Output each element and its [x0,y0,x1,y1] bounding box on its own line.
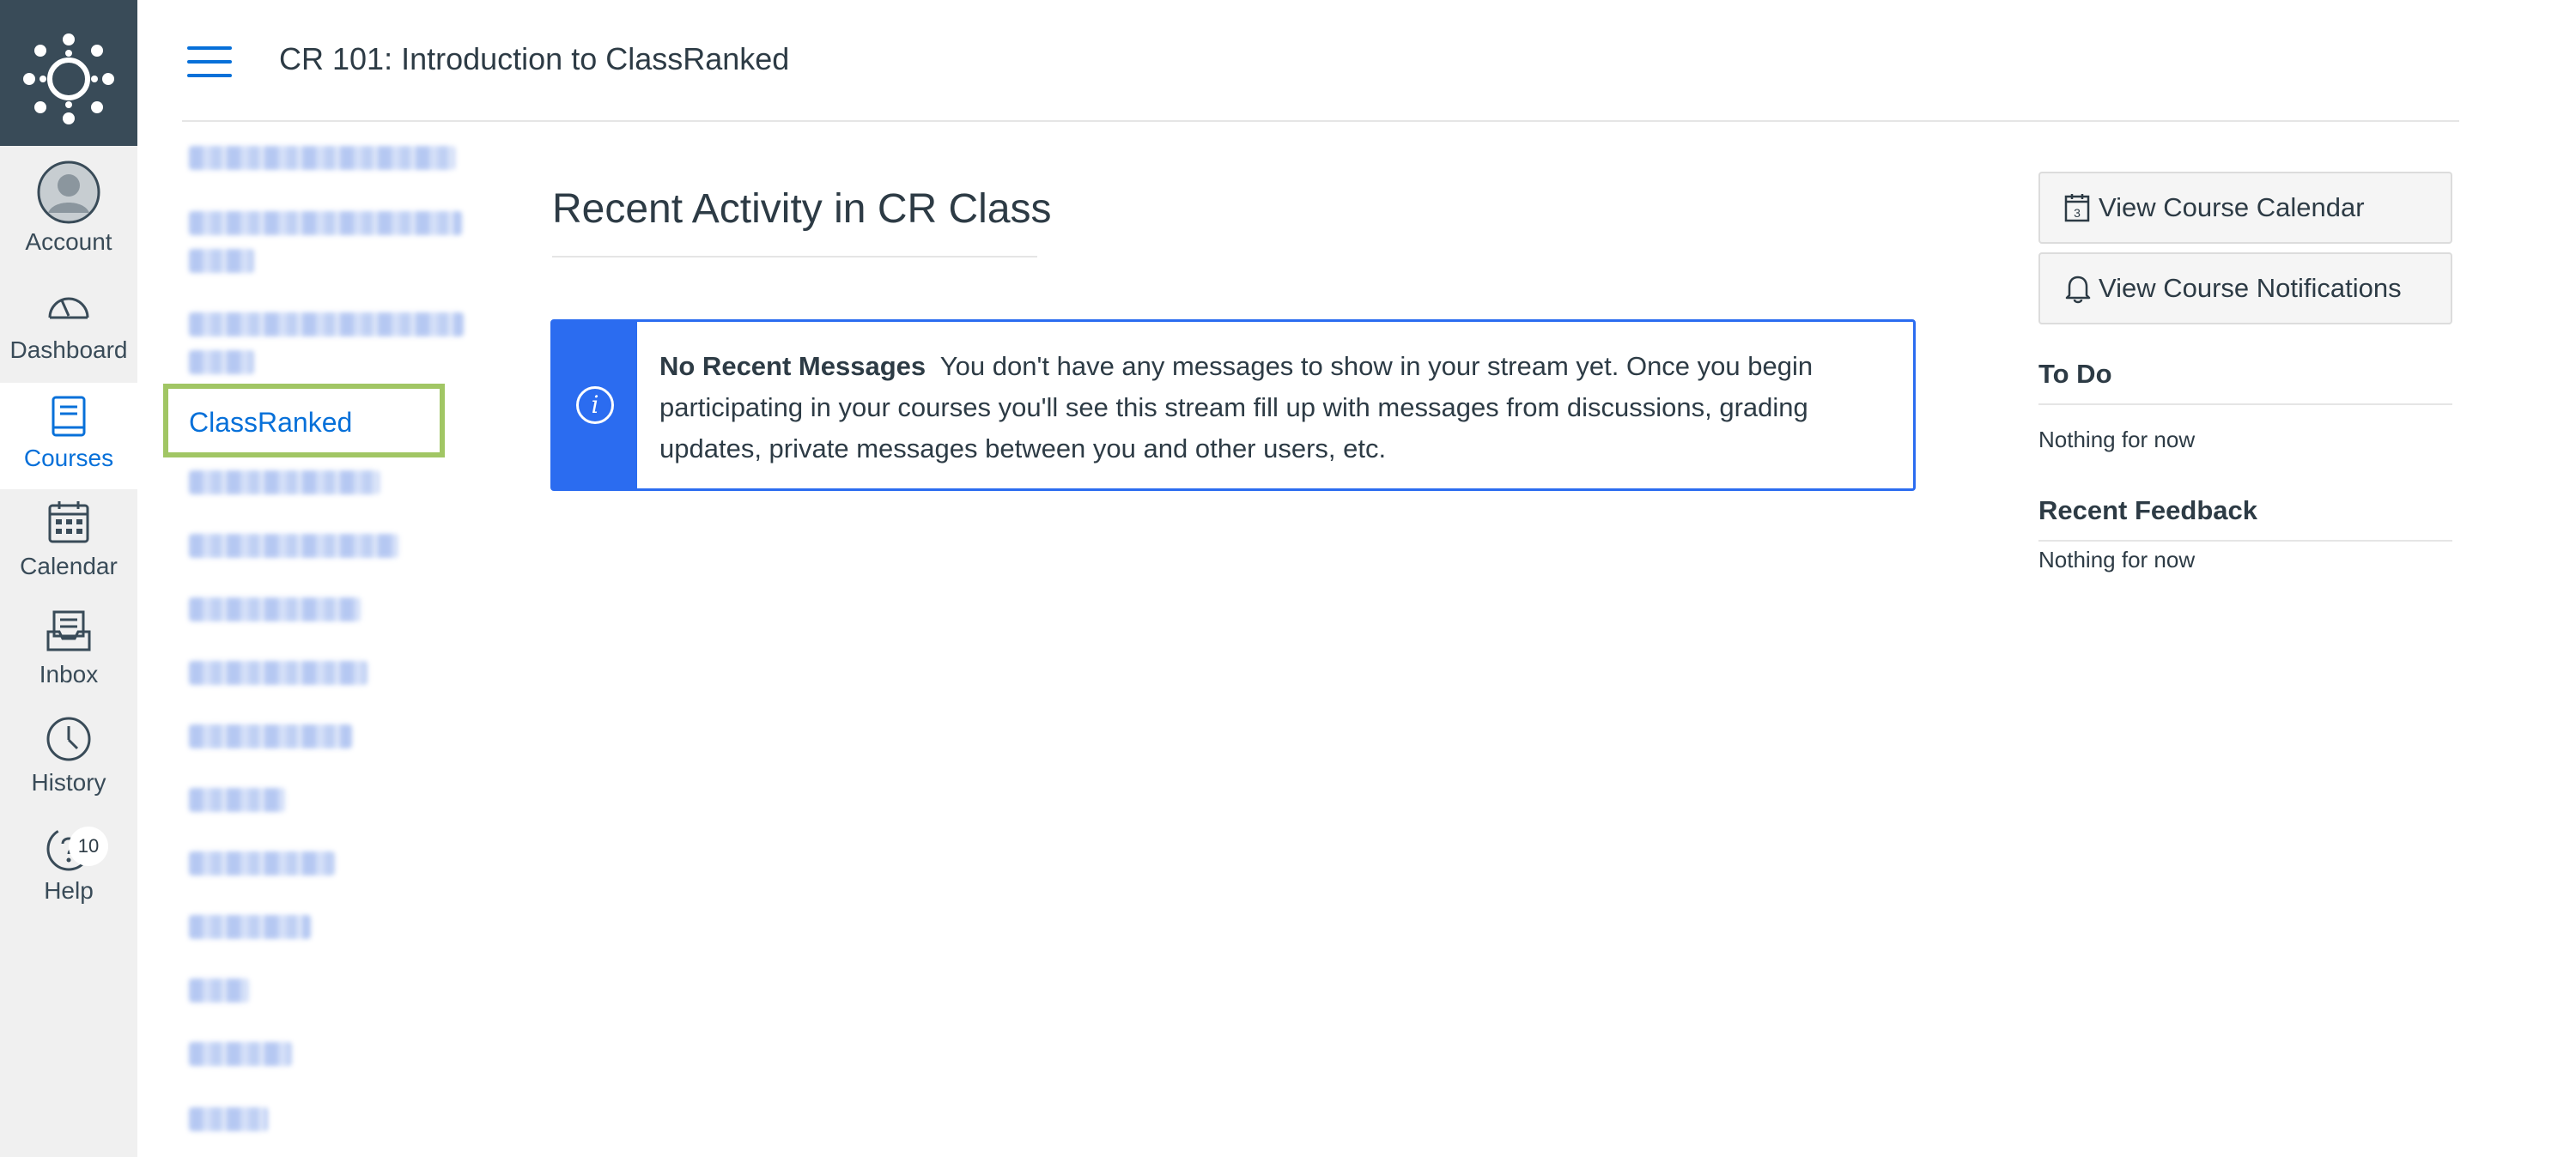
view-course-calendar-button[interactable]: 3 View Course Calendar [2038,172,2452,244]
course-list-item[interactable] [189,915,311,939]
nav-help[interactable]: Help [0,815,137,922]
nav-label: Inbox [39,661,99,688]
course-list-item[interactable] [189,661,368,685]
nav-label: History [31,769,106,796]
course-list-item[interactable] [189,312,464,336]
info-icon: i [576,386,614,424]
no-messages-alert: i No Recent Messages You don't have any … [550,319,1916,491]
canvas-logo-icon [23,33,114,124]
button-label: View Course Notifications [2099,273,2402,303]
inbox-icon [0,609,137,652]
hamburger-icon[interactable] [187,46,232,77]
course-list-item[interactable] [189,211,462,235]
nav-label: Account [25,228,112,255]
nav-history[interactable]: History [0,707,137,814]
feedback-divider [2038,540,2452,542]
svg-text:3: 3 [2074,206,2081,220]
course-list-item[interactable] [189,534,398,558]
nav-inbox[interactable]: Inbox [0,599,137,706]
breadcrumb[interactable]: CR 101: Introduction to ClassRanked [279,41,789,77]
bell-icon [2064,273,2092,311]
recent-feedback-heading: Recent Feedback [2038,495,2257,525]
course-list-item[interactable] [189,350,254,374]
nav-courses[interactable]: Courses [0,383,137,489]
avatar-icon [0,160,137,225]
alert-heading: No Recent Messages [659,351,927,381]
course-list-item-active[interactable]: ClassRanked [189,407,352,439]
history-icon [0,716,137,762]
page-title: Recent Activity in CR Class [552,186,1052,232]
nav-label: Calendar [20,553,118,579]
course-list-item[interactable] [189,978,249,1003]
nav-label: Courses [23,445,114,471]
global-nav: Account Dashboard Courses Calendar Inbox… [0,0,137,1157]
course-list-item[interactable] [189,1042,292,1066]
course-list-item[interactable] [189,470,380,494]
canvas-logo[interactable] [0,0,137,146]
button-label: View Course Calendar [2099,192,2365,222]
alert-message: No Recent Messages You don't have any me… [659,346,1896,469]
feedback-empty-text: Nothing for now [2038,547,2196,572]
help-badge: 10 [69,827,108,866]
todo-empty-text: Nothing for now [2038,427,2196,452]
todo-heading: To Do [2038,359,2112,389]
nav-label: Help [44,877,94,904]
view-course-notifications-button[interactable]: View Course Notifications [2038,252,2452,324]
course-list-item[interactable] [189,597,361,621]
title-divider [552,256,1037,257]
course-list-item[interactable] [189,851,335,875]
nav-dashboard[interactable]: Dashboard [0,275,137,381]
course-list-item[interactable] [189,1107,268,1131]
course-list-item[interactable] [189,788,285,812]
course-list-item[interactable] [189,249,254,273]
calendar-icon [0,500,137,544]
nav-calendar[interactable]: Calendar [0,491,137,597]
calendar-icon: 3 [2064,192,2090,230]
course-list-item[interactable] [189,146,455,170]
dashboard-icon [0,283,137,324]
alert-icon-strip: i [553,322,637,488]
course-list-item[interactable] [189,724,352,748]
courses-icon [0,395,137,439]
nav-account[interactable]: Account [0,153,137,259]
header-divider [182,120,2459,122]
todo-divider [2038,403,2452,405]
nav-label: Dashboard [9,336,128,363]
